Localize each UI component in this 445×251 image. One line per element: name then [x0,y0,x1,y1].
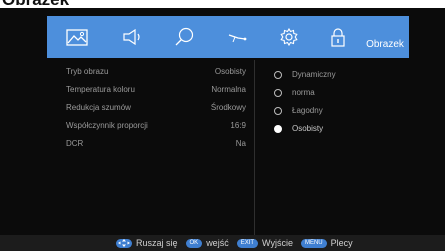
radio-button-selected[interactable] [274,125,282,133]
setting-dcr[interactable]: DCR Na [66,138,246,156]
exit-key: EXIT [236,238,259,248]
setting-value: Osobisty [214,67,246,76]
picture-icon [66,28,88,46]
option-dynamic[interactable]: Dynamiczny [274,66,424,84]
hint-move-label: Ruszaj się [136,238,178,248]
radio-button[interactable] [274,89,282,97]
active-tab-label: Obrazek [366,38,404,50]
option-label: Dynamiczny [292,70,336,79]
radio-button[interactable] [274,107,282,115]
setting-value: Normalna [211,85,246,94]
hint-exit: EXIT Wyjście [236,238,293,248]
tab-channel[interactable] [211,16,263,58]
setting-label: Tryb obrazu [66,67,109,76]
menu-tab-bar: Obrazek [47,16,409,58]
setting-value: Środkowy [210,103,246,112]
setting-picture-mode[interactable]: Tryb obrazu Osobisty [66,66,246,84]
setting-noise-reduction[interactable]: Redukcja szumów Środkowy [66,102,246,120]
setting-label: Współczynnik proporcji [66,121,148,130]
setting-label: Temperatura koloru [66,85,135,94]
footer-hints: Ruszaj się OK wejść EXIT Wyjście MENU Pl… [0,235,445,251]
page-title: Obrazek [2,0,69,8]
lock-icon [330,27,346,47]
setting-aspect-ratio[interactable]: Współczynnik proporcji 16:9 [66,120,246,138]
setting-label: Redukcja szumów [66,103,131,112]
hint-ok-label: wejść [206,238,229,248]
option-personal[interactable]: Osobisty [274,120,424,138]
gear-icon [279,27,299,47]
tv-screen: Obrazek Tryb obrazu Osobisty Temperatura… [0,8,445,251]
tab-picture[interactable] [47,16,107,58]
hint-move: Ruszaj się [116,238,178,248]
tab-lock[interactable] [315,16,361,58]
menu-key: MENU [300,238,327,248]
setting-value: 16:9 [230,121,246,130]
setting-value: Na [235,139,246,148]
satellite-icon [226,29,248,45]
picture-mode-options: Dynamiczny norma Łagodny Osobisty [274,66,424,138]
option-label: Osobisty [292,124,324,133]
hint-menu: MENU Plecy [300,238,353,248]
move-icon [116,238,132,248]
option-label: Łagodny [292,106,323,115]
radio-button[interactable] [274,71,282,79]
search-icon [174,27,196,47]
tab-sound[interactable] [107,16,159,58]
setting-color-temperature[interactable]: Temperatura koloru Normalna [66,84,246,102]
option-soft[interactable]: Łagodny [274,102,424,120]
hint-exit-label: Wyjście [262,238,293,248]
hint-ok: OK wejść [185,238,229,248]
tab-active-label: Obrazek [361,16,409,58]
option-normal[interactable]: norma [274,84,424,102]
speaker-icon [122,28,144,46]
option-label: norma [292,88,315,97]
hint-menu-label: Plecy [330,238,353,248]
settings-list: Tryb obrazu Osobisty Temperatura koloru … [66,66,246,156]
tab-settings[interactable] [263,16,315,58]
tab-search[interactable] [159,16,211,58]
panel-divider [254,60,255,238]
setting-label: DCR [66,139,84,148]
ok-key: OK [185,238,203,248]
